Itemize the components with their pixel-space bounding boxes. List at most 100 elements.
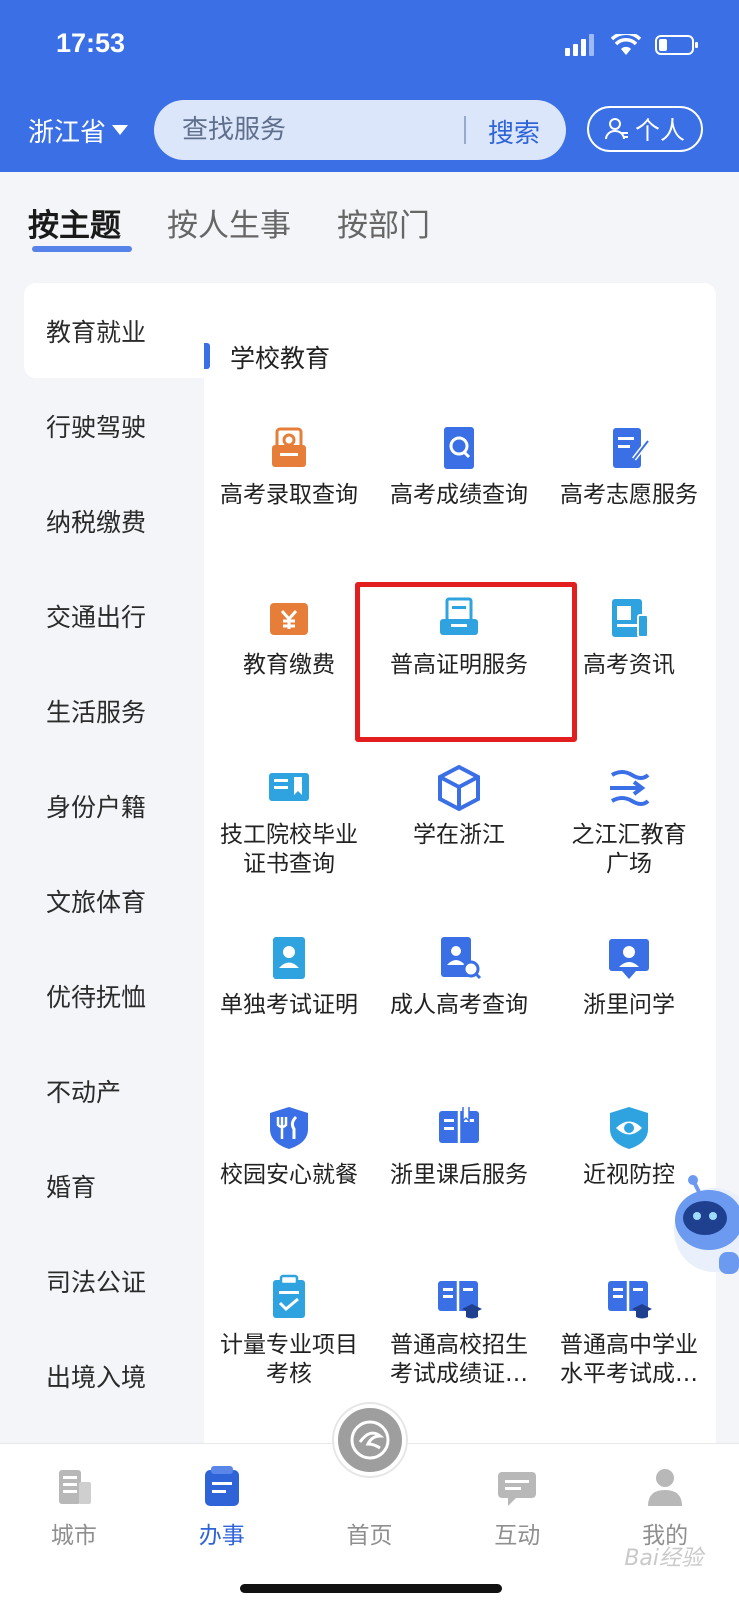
sidebar-item-identity[interactable]: 身份户籍 <box>24 758 204 853</box>
service-item[interactable]: 技工院校毕业 证书查询 <box>204 763 374 933</box>
battery-icon <box>655 35 698 55</box>
bottom-tab-interact[interactable]: 互动 <box>443 1464 591 1550</box>
bottom-tab-services[interactable]: 办事 <box>148 1464 296 1550</box>
service-item[interactable]: 之江汇教育 广场 <box>544 763 714 933</box>
section-accent <box>204 343 210 369</box>
service-label: 普通高校招生 考试成绩证… <box>390 1332 528 1387</box>
signal-icon <box>565 34 594 56</box>
bottom-tab-city[interactable]: 城市 <box>0 1464 148 1550</box>
service-item[interactable]: 浙里问学 <box>544 933 714 1103</box>
personal-label: 个人 <box>634 116 685 145</box>
stream-icon <box>610 770 650 806</box>
service-label: 计量专业项目 考核 <box>220 1332 358 1387</box>
id-card-icon <box>273 937 305 979</box>
home-logo-icon <box>350 1420 390 1460</box>
search-row: 浙江省 搜索 个人 <box>28 100 703 160</box>
search-input[interactable] <box>182 100 442 160</box>
wifi-icon <box>611 34 641 55</box>
service-item[interactable]: 成人高考查询 <box>374 933 544 1103</box>
system-icons <box>565 34 699 56</box>
category-tabs: 按主题 按人生事 按部门 <box>28 200 476 256</box>
city-building-icon <box>58 1470 91 1504</box>
score-search-icon <box>444 427 474 469</box>
service-label: 成人高考查询 <box>390 992 528 1018</box>
service-item[interactable]: 单独考试证明 <box>204 933 374 1103</box>
bottom-nav: 城市 办事 首页 互动 我的 <box>0 1464 739 1550</box>
bottom-tab-home[interactable]: 首页 <box>296 1464 444 1550</box>
service-label: 高考录取查询 <box>220 482 358 508</box>
service-grid: 高考录取查询 高考成绩查询 高考志愿服务 教育缴费 普高证明服务 高考资讯 技工院校毕业 证… <box>204 423 714 1443</box>
sidebar-item-tax[interactable]: 纳税缴费 <box>24 473 204 568</box>
sidebar-item-realestate[interactable]: 不动产 <box>24 1043 204 1138</box>
highlight-box <box>355 582 577 742</box>
bottom-tab-label: 互动 <box>494 1523 541 1549</box>
theme-sidebar: 教育就业 行驶驾驶 纳税缴费 交通出行 生活服务 身份户籍 文旅体育 优待抚恤 … <box>24 283 204 1423</box>
service-label: 学在浙江 <box>413 822 505 848</box>
service-label: 浙里问学 <box>583 992 675 1018</box>
sidebar-item-marriage[interactable]: 婚育 <box>24 1138 204 1233</box>
home-indicator <box>240 1584 502 1593</box>
service-item[interactable]: 学在浙江 <box>374 763 544 933</box>
service-label: 校园安心就餐 <box>220 1162 358 1188</box>
open-book-cap-icon <box>438 1281 482 1319</box>
service-item[interactable]: 普通高校招生 考试成绩证… <box>374 1273 544 1443</box>
bottom-tab-bar: 城市 办事 首页 互动 我的 Bai经验 <box>0 1404 739 1600</box>
home-spacer <box>346 1464 392 1510</box>
service-item[interactable]: 高考成绩查询 <box>374 423 544 593</box>
yuan-payment-icon <box>270 603 308 635</box>
tab-by-life-event[interactable]: 按人生事 <box>167 200 291 256</box>
service-label: 高考成绩查询 <box>390 482 528 508</box>
sidebar-item-life[interactable]: 生活服务 <box>24 663 204 758</box>
admission-search-icon <box>272 427 306 467</box>
sidebar-item-education[interactable]: 教育就业 <box>24 283 204 378</box>
service-label: 之江汇教育 广场 <box>571 822 687 877</box>
personal-button[interactable]: 个人 <box>587 106 703 152</box>
baidu-watermark: Bai经验 <box>624 1546 703 1571</box>
clipboard-check-icon <box>273 1274 305 1318</box>
province-label: 浙江省 <box>28 118 107 148</box>
bottom-tab-label: 首页 <box>346 1523 393 1549</box>
province-selector[interactable]: 浙江省 <box>28 112 129 149</box>
service-item[interactable]: 校园安心就餐 <box>204 1103 374 1273</box>
service-item[interactable]: 浙里课后服务 <box>374 1103 544 1273</box>
assistant-robot-icon[interactable] <box>659 1160 739 1290</box>
service-item[interactable]: 教育缴费 <box>204 593 374 763</box>
document-icon <box>204 1466 239 1506</box>
search-divider <box>464 116 466 144</box>
eye-shield-icon <box>610 1107 648 1149</box>
section-title: 学校教育 <box>230 344 331 373</box>
service-item[interactable]: 普通高中学业 水平考试成… <box>544 1273 714 1443</box>
service-label: 高考志愿服务 <box>560 482 698 508</box>
status-time: 17:53 <box>56 28 126 58</box>
user-icon <box>604 118 628 140</box>
bottom-tab-label: 城市 <box>50 1523 97 1549</box>
sidebar-item-driving[interactable]: 行驶驾驶 <box>24 378 204 473</box>
status-bar: 17:53 <box>56 26 699 70</box>
tab-by-department[interactable]: 按部门 <box>337 200 430 256</box>
sidebar-item-transport[interactable]: 交通出行 <box>24 568 204 663</box>
service-label: 单独考试证明 <box>220 992 358 1018</box>
book-icon <box>439 1107 479 1143</box>
service-label: 浙里课后服务 <box>390 1162 528 1188</box>
app-header: 17:53 浙江省 查找服务 搜索 个人 <box>0 0 739 172</box>
bottom-tab-mine[interactable]: 我的 <box>591 1464 739 1550</box>
service-label: 教育缴费 <box>243 652 335 678</box>
dining-shield-icon <box>270 1107 308 1149</box>
service-label: 普通高中学业 水平考试成… <box>560 1332 698 1387</box>
sidebar-item-immigration[interactable]: 出境入境 <box>24 1328 204 1423</box>
sidebar-item-culture[interactable]: 文旅体育 <box>24 853 204 948</box>
service-label: 技工院校毕业 证书查询 <box>220 822 358 877</box>
sidebar-item-benefits[interactable]: 优待抚恤 <box>24 948 204 1043</box>
service-item[interactable]: 高考录取查询 <box>204 423 374 593</box>
news-icon <box>612 599 649 638</box>
service-item[interactable]: 高考志愿服务 <box>544 423 714 593</box>
service-panel: 学校教育 高考录取查询 高考成绩查询 高考志愿服务 教育缴费 普高证明服务 高考资讯 技工院… <box>204 283 716 1443</box>
person-board-icon <box>609 939 649 979</box>
search-button[interactable]: 搜索 <box>488 113 540 150</box>
sidebar-item-justice[interactable]: 司法公证 <box>24 1233 204 1328</box>
diploma-icon <box>269 773 309 801</box>
search-box: 搜索 <box>154 100 566 160</box>
tab-by-theme[interactable]: 按主题 <box>28 200 132 256</box>
person-search-icon <box>441 937 482 980</box>
open-book-cap-icon <box>608 1281 652 1319</box>
